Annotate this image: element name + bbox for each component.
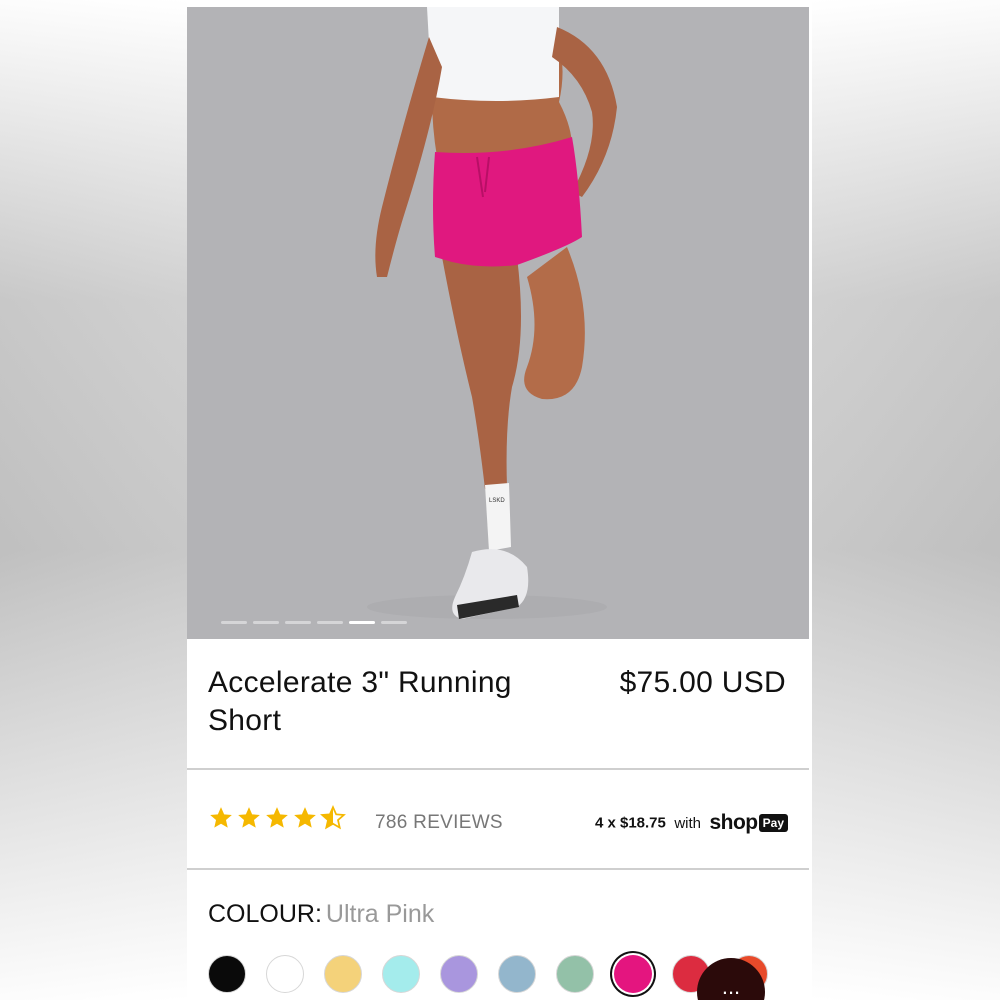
divider: [187, 868, 809, 870]
product-page: LSKD Accelerate 3" Running Short $75.00 …: [187, 0, 812, 1000]
background-right: [812, 0, 1000, 1000]
carousel-dot-active[interactable]: [349, 621, 375, 624]
colour-swatch-sage[interactable]: [556, 955, 594, 993]
carousel-dots[interactable]: [187, 621, 447, 627]
star-icon: [210, 807, 232, 828]
carousel-dot[interactable]: [285, 621, 311, 624]
product-price: $75.00 USD: [619, 666, 786, 699]
colour-swatch-yellow[interactable]: [324, 955, 362, 993]
colour-swatch-aqua[interactable]: [382, 955, 420, 993]
star-icon: [294, 807, 316, 828]
installment-with: with: [674, 814, 702, 832]
colour-label-text: COLOUR:: [208, 900, 322, 928]
colour-swatch-ultra-pink[interactable]: [614, 955, 652, 993]
star-half-icon: [320, 805, 346, 830]
shop-pay-badge: Pay: [758, 814, 788, 832]
carousel-dot[interactable]: [253, 621, 279, 624]
colour-swatch-white[interactable]: [266, 955, 304, 993]
selected-colour-name: Ultra Pink: [325, 900, 435, 928]
reviews-link[interactable]: 786 REVIEWS: [375, 812, 503, 834]
divider: [187, 768, 809, 770]
colour-swatch-black[interactable]: [208, 955, 246, 993]
shop-pay-logo: shop: [709, 811, 758, 834]
installment-amount: 4 x $18.75: [594, 814, 666, 832]
carousel-dot[interactable]: [317, 621, 343, 624]
colour-label: COLOUR: Ultra Pink: [208, 900, 434, 929]
star-icon: [238, 807, 260, 828]
star-icon: [266, 807, 288, 828]
model-illustration: LSKD: [367, 7, 617, 619]
carousel-dot[interactable]: [221, 621, 247, 624]
product-image[interactable]: LSKD: [187, 7, 809, 639]
rating-row: 786 REVIEWS 4 x $18.75 with shop Pay: [208, 805, 788, 837]
product-title: Accelerate 3" Running Short: [208, 666, 512, 737]
colour-swatch-lavender[interactable]: [440, 955, 478, 993]
shop-pay-installments[interactable]: 4 x $18.75 with shop Pay: [595, 811, 788, 835]
colour-swatch-blue-grey[interactable]: [498, 955, 536, 993]
carousel-dot[interactable]: [381, 621, 407, 624]
sock-logo: LSKD: [489, 498, 505, 504]
background-left: [0, 0, 187, 1000]
